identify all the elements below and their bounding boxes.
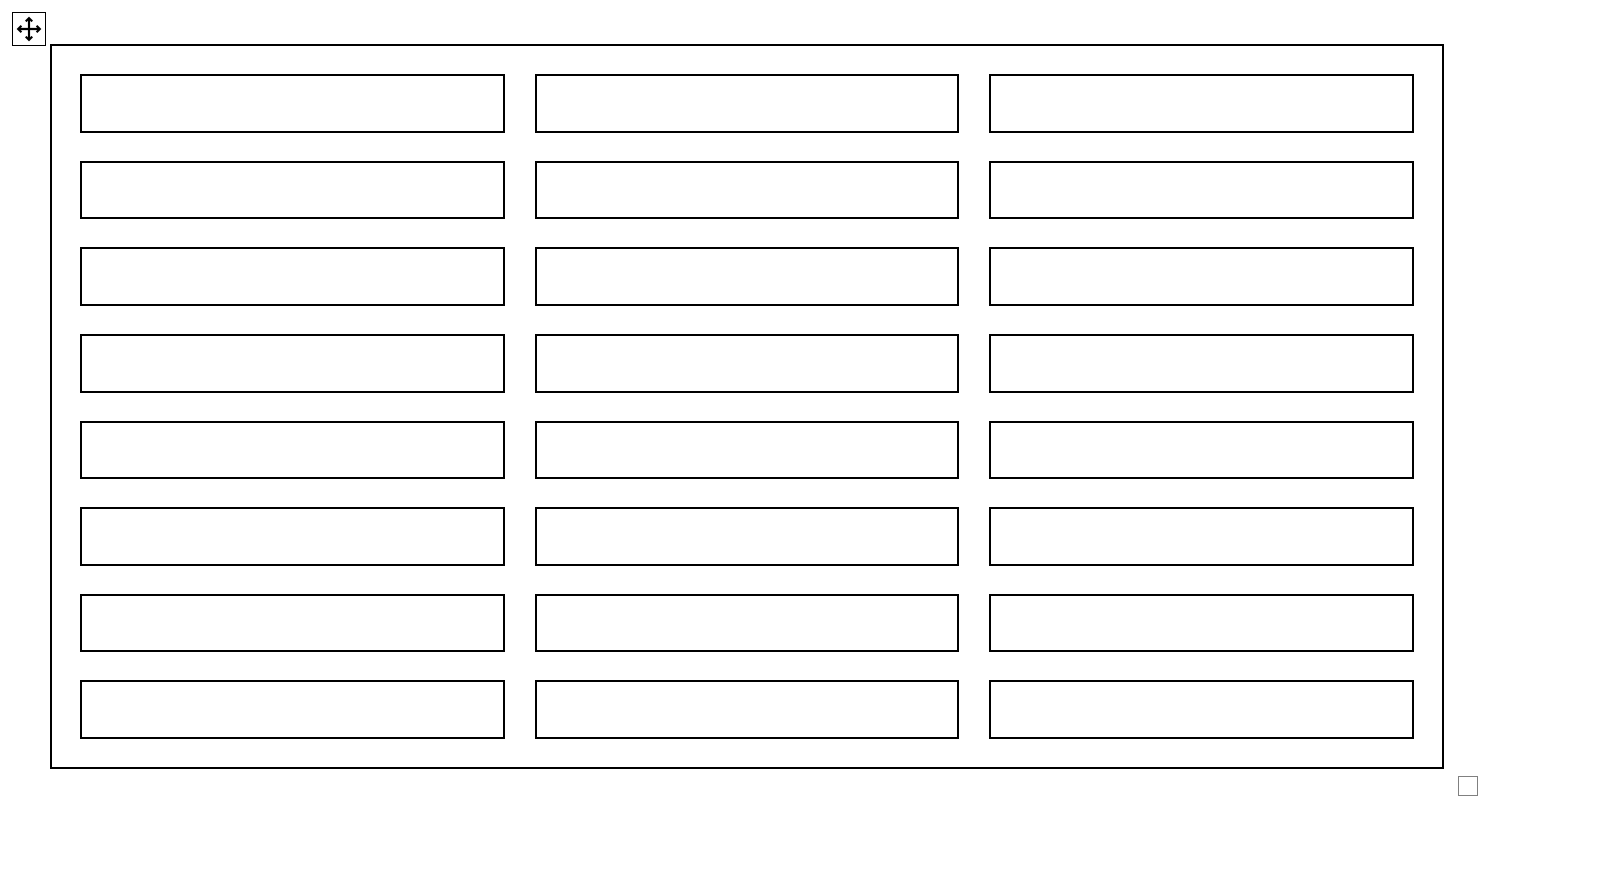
table-cell[interactable]: [80, 334, 505, 393]
table-cell[interactable]: [535, 74, 960, 133]
table-cell[interactable]: [535, 594, 960, 653]
table-cell[interactable]: [535, 421, 960, 480]
table-cell[interactable]: [989, 680, 1414, 739]
table-cell[interactable]: [80, 680, 505, 739]
table-cell[interactable]: [535, 247, 960, 306]
resize-handle-icon[interactable]: [1458, 776, 1478, 796]
table-cell[interactable]: [989, 161, 1414, 220]
table-cell[interactable]: [80, 594, 505, 653]
move-handle-icon[interactable]: [12, 12, 46, 46]
table-cell[interactable]: [535, 507, 960, 566]
table-cell[interactable]: [535, 334, 960, 393]
table-cell[interactable]: [989, 334, 1414, 393]
table-cell[interactable]: [535, 161, 960, 220]
table-cell[interactable]: [989, 507, 1414, 566]
table-cell[interactable]: [989, 74, 1414, 133]
table-cell[interactable]: [80, 507, 505, 566]
table-cell[interactable]: [989, 421, 1414, 480]
table-grid: [80, 74, 1414, 739]
table-container[interactable]: [50, 44, 1444, 769]
table-cell[interactable]: [989, 594, 1414, 653]
table-cell[interactable]: [989, 247, 1414, 306]
table-cell[interactable]: [80, 74, 505, 133]
table-cell[interactable]: [80, 421, 505, 480]
table-cell[interactable]: [535, 680, 960, 739]
table-cell[interactable]: [80, 247, 505, 306]
table-cell[interactable]: [80, 161, 505, 220]
